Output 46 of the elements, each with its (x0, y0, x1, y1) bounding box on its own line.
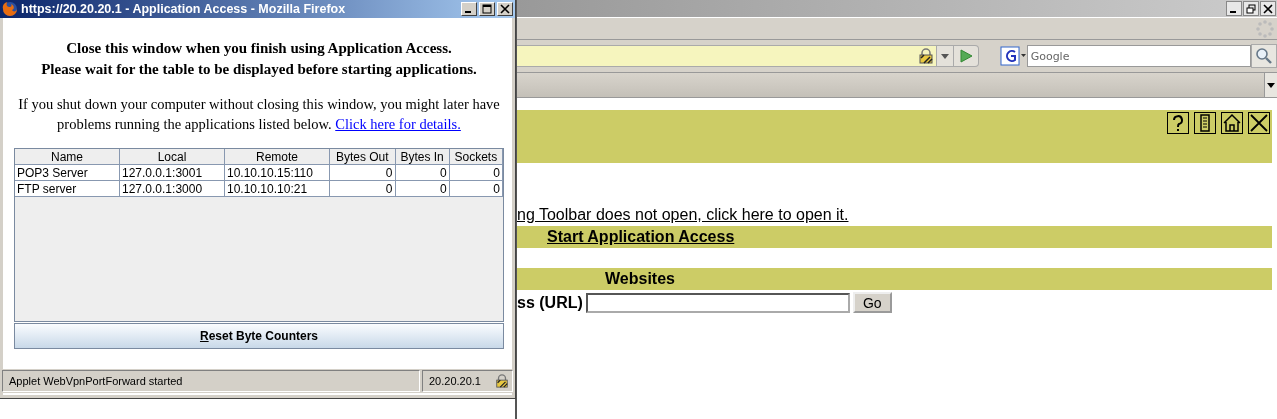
column-header: Name (15, 149, 120, 165)
help-icon[interactable] (1167, 112, 1189, 134)
websites-heading: Websites (605, 270, 675, 288)
go-button[interactable]: Go (852, 292, 892, 313)
document-icon[interactable] (1194, 112, 1216, 134)
instruction-text: Please wait for the table to be displayed before starting applications. (40, 60, 478, 79)
column-header: Local (119, 149, 225, 165)
lock-icon (918, 48, 935, 64)
restore-button[interactable] (1243, 1, 1259, 16)
maximize-icon (482, 4, 492, 14)
throbber-icon (1256, 19, 1274, 38)
maximize-button[interactable] (479, 2, 495, 16)
browser-logo-icon (2, 1, 18, 17)
go-button[interactable] (954, 45, 979, 67)
search-field[interactable]: Google (1026, 45, 1252, 67)
minimize-icon (1229, 10, 1236, 13)
close-icon (500, 4, 510, 14)
window-title: https://20.20.20.1 - Application Access - Mozilla Firefox (21, 2, 347, 16)
minimize-icon (464, 11, 471, 13)
tab-list-button[interactable] (1264, 73, 1277, 97)
home-icon[interactable] (1221, 112, 1243, 134)
caret-icon (941, 53, 950, 59)
column-header: Sockets (449, 149, 503, 165)
url-input-field[interactable] (585, 292, 850, 313)
instruction-text: Close this window when you finish using Application Access. (65, 39, 453, 58)
column-header: Bytes In (395, 149, 450, 165)
details-link[interactable]: Click here for details. (335, 116, 461, 132)
column-header: Bytes Out (329, 149, 395, 165)
column-header: Remote (224, 149, 330, 165)
caret-icon (1267, 82, 1275, 88)
status-message: Applet WebVpnPortForward started (2, 370, 420, 392)
host-text: 20.20.20.1 (429, 375, 481, 387)
minimize-button[interactable] (1226, 1, 1242, 16)
search-icon[interactable] (1251, 44, 1277, 68)
close-icon (1263, 3, 1273, 14)
close-icon[interactable] (1248, 112, 1270, 134)
notice-text: If you shut down your computer without closing this window, you might later have problems running the applications listed below. Click here for details. (17, 95, 501, 134)
close-button[interactable] (1260, 1, 1276, 16)
reset-byte-counters-button[interactable]: Reset Byte Counters (14, 323, 504, 349)
url-label: ss (URL) (517, 293, 583, 312)
lock-icon (495, 374, 509, 388)
dropdown-button[interactable] (937, 45, 954, 67)
search-engine-button[interactable] (998, 45, 1027, 67)
restore-icon (1246, 3, 1256, 14)
play-arrow-icon (958, 49, 973, 63)
open-toolbar-link[interactable]: ng Toolbar does not open, click here to open it. (517, 206, 849, 224)
